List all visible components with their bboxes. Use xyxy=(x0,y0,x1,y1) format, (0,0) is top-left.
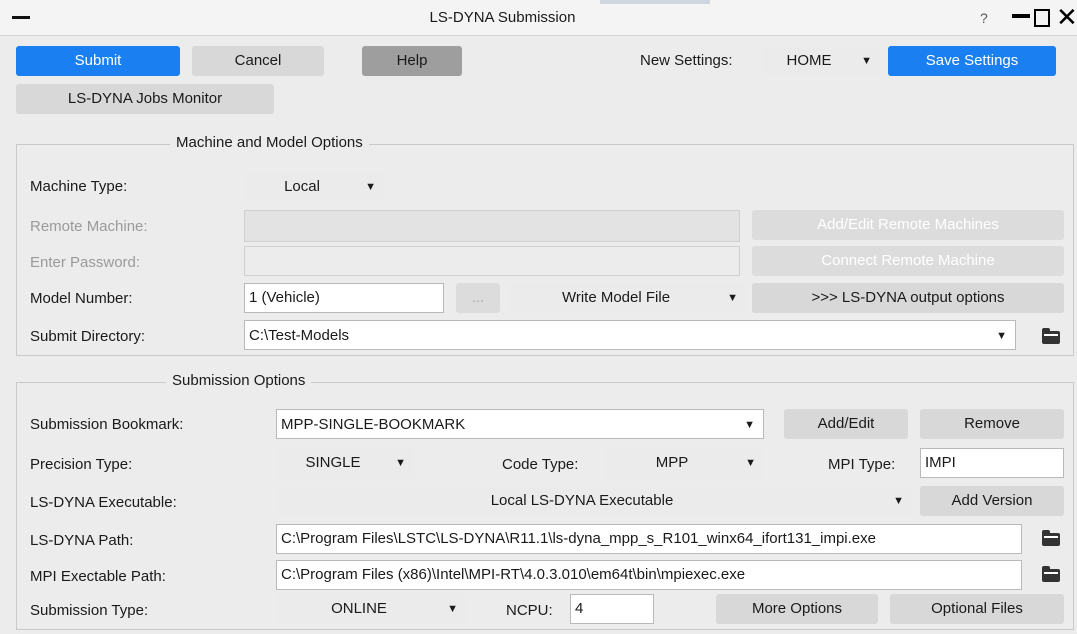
write-model-select[interactable]: Write Model File ▼ xyxy=(510,283,746,313)
enter-password-label: Enter Password: xyxy=(30,254,141,271)
machine-model-title: Machine and Model Options xyxy=(170,134,369,151)
new-settings-label: New Settings: xyxy=(640,52,733,69)
code-type-select[interactable]: MPP ▼ xyxy=(604,448,764,478)
chevron-down-icon: ▼ xyxy=(744,419,755,431)
mpi-path-field[interactable]: C:\Program Files (x86)\Intel\MPI-RT\4.0.… xyxy=(276,560,1022,590)
close-icon[interactable]: ✕ xyxy=(1056,2,1077,32)
code-type-label: Code Type: xyxy=(502,456,579,473)
minimize-icon[interactable] xyxy=(1012,14,1030,18)
machine-type-label: Machine Type: xyxy=(30,178,128,195)
submission-options-title: Submission Options xyxy=(166,372,312,389)
folder-icon[interactable] xyxy=(1042,328,1060,344)
add-version-button[interactable]: Add Version xyxy=(920,486,1064,516)
bookmark-label: Submission Bookmark: xyxy=(30,416,184,433)
remote-machine-field xyxy=(244,210,740,242)
save-settings-button[interactable]: Save Settings xyxy=(888,46,1056,76)
password-field xyxy=(244,246,740,276)
chevron-down-icon: ▼ xyxy=(861,55,872,67)
bookmark-select[interactable]: MPP-SINGLE-BOOKMARK ▼ xyxy=(276,409,764,439)
connect-remote-button: Connect Remote Machine xyxy=(752,246,1064,276)
code-type-value: MPP xyxy=(655,454,689,471)
new-settings-value: HOME xyxy=(786,52,832,69)
submission-type-select[interactable]: ONLINE ▼ xyxy=(276,594,466,624)
chevron-down-icon: ▼ xyxy=(727,292,738,304)
chevron-down-icon: ▼ xyxy=(365,181,376,193)
mpi-type-field[interactable]: IMPI xyxy=(920,448,1064,478)
executable-label: LS-DYNA Executable: xyxy=(30,494,177,511)
new-settings-select[interactable]: HOME ▼ xyxy=(762,46,880,76)
ncpu-label: NCPU: xyxy=(506,602,553,619)
ncpu-field[interactable]: 4 xyxy=(570,594,654,624)
chevron-down-icon: ▼ xyxy=(395,457,406,469)
dyna-path-label: LS-DYNA Path: xyxy=(30,532,134,549)
submit-directory-select[interactable]: C:\Test-Models ▼ xyxy=(244,320,1016,350)
cancel-button[interactable]: Cancel xyxy=(192,46,324,76)
remove-bookmark-button[interactable]: Remove xyxy=(920,409,1064,439)
model-browse-button: ... xyxy=(456,283,500,313)
precision-type-value: SINGLE xyxy=(305,454,361,471)
chevron-down-icon: ▼ xyxy=(996,330,1007,342)
mpi-path-label: MPI Exectable Path: xyxy=(30,568,166,585)
maximize-icon[interactable] xyxy=(1034,9,1050,27)
submission-type-value: ONLINE xyxy=(331,600,387,617)
bookmark-value: MPP-SINGLE-BOOKMARK xyxy=(281,416,466,433)
optional-files-button[interactable]: Optional Files xyxy=(890,594,1064,624)
machine-type-select[interactable]: Local ▼ xyxy=(244,172,384,202)
machine-type-value: Local xyxy=(284,178,320,195)
add-edit-remote-button: Add/Edit Remote Machines xyxy=(752,210,1064,240)
model-number-field[interactable]: 1 (Vehicle) xyxy=(244,283,444,313)
folder-icon[interactable] xyxy=(1042,530,1060,546)
dyna-path-field[interactable]: C:\Program Files\LSTC\LS-DYNA\R11.1\ls-d… xyxy=(276,524,1022,554)
help-button[interactable]: Help xyxy=(362,46,462,76)
add-edit-bookmark-button[interactable]: Add/Edit xyxy=(784,409,908,439)
executable-value: Local LS-DYNA Executable xyxy=(490,492,674,509)
submission-type-label: Submission Type: xyxy=(30,602,149,619)
executable-select[interactable]: Local LS-DYNA Executable ▼ xyxy=(276,486,912,516)
more-options-button[interactable]: More Options xyxy=(716,594,878,624)
chevron-down-icon: ▼ xyxy=(893,495,904,507)
write-model-value: Write Model File xyxy=(561,289,671,306)
submit-button[interactable]: Submit xyxy=(16,46,180,76)
remote-machine-label: Remote Machine: xyxy=(30,218,148,235)
precision-type-select[interactable]: SINGLE ▼ xyxy=(276,448,414,478)
submit-directory-label: Submit Directory: xyxy=(30,328,146,345)
precision-type-label: Precision Type: xyxy=(30,456,133,473)
folder-icon[interactable] xyxy=(1042,566,1060,582)
chevron-down-icon: ▼ xyxy=(745,457,756,469)
chevron-down-icon: ▼ xyxy=(447,603,458,615)
jobs-monitor-button[interactable]: LS-DYNA Jobs Monitor xyxy=(16,84,274,114)
output-options-button[interactable]: >>> LS-DYNA output options xyxy=(752,283,1064,313)
submit-directory-value: C:\Test-Models xyxy=(249,327,350,344)
mpi-type-label: MPI Type: xyxy=(828,456,896,473)
model-number-label: Model Number: xyxy=(30,290,133,307)
help-icon[interactable]: ? xyxy=(980,10,988,26)
window-title: LS-DYNA Submission xyxy=(429,9,576,26)
